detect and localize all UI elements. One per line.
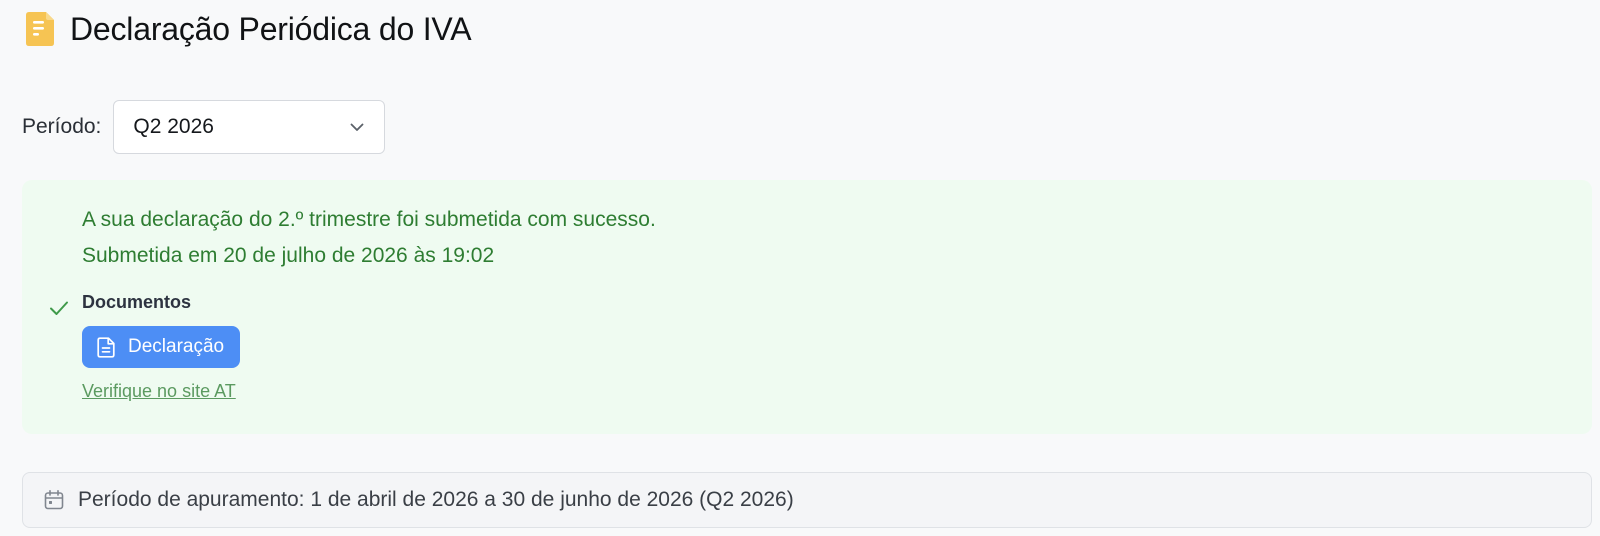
period-info-text: Período de apuramento: 1 de abril de 202… <box>78 488 794 511</box>
success-message: A sua declaração do 2.º trimestre foi su… <box>82 208 656 231</box>
period-select[interactable]: Q2 2026 <box>113 100 386 154</box>
success-panel: A sua declaração do 2.º trimestre foi su… <box>22 180 1592 434</box>
file-icon <box>97 336 115 358</box>
period-info-bar: Período de apuramento: 1 de abril de 202… <box>22 472 1592 528</box>
verify-at-site-link[interactable]: Verifique no site AT <box>82 381 236 402</box>
declaration-button[interactable]: Declaração <box>82 326 241 368</box>
period-label: Período: <box>22 115 102 138</box>
documents-heading: Documentos <box>82 292 192 312</box>
page-title: Declaração Periódica do IVA <box>70 10 472 47</box>
calendar-icon <box>44 489 64 510</box>
declaration-button-label: Declaração <box>128 336 225 357</box>
submission-timestamp: Submetida em 20 de julho de 2026 às 19:0… <box>82 244 495 267</box>
period-selector-row: Período: Q2 2026 <box>22 100 386 154</box>
check-icon <box>50 301 68 315</box>
page-header: Declaração Periódica do IVA <box>26 10 472 48</box>
document-icon <box>26 12 54 46</box>
period-select-value: Q2 2026 <box>133 115 214 138</box>
chevron-down-icon <box>350 123 364 131</box>
